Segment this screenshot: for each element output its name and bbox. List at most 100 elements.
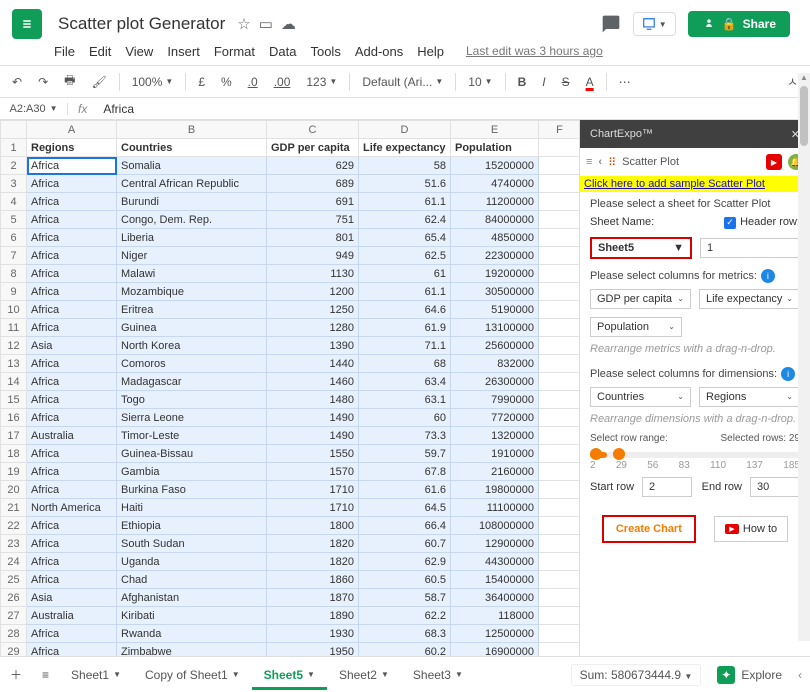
cell[interactable]: North Korea xyxy=(117,337,267,355)
formula-bar[interactable]: Africa xyxy=(97,102,134,116)
cell[interactable]: Haiti xyxy=(117,499,267,517)
last-edit[interactable]: Last edit was 3 hours ago xyxy=(466,44,603,59)
row-23[interactable]: 23 xyxy=(1,535,27,553)
row-24[interactable]: 24 xyxy=(1,553,27,571)
row-26[interactable]: 26 xyxy=(1,589,27,607)
cell[interactable]: Central African Republic xyxy=(117,175,267,193)
cell-blank[interactable] xyxy=(539,175,581,193)
sheet-tab-copy-of-sheet1[interactable]: Copy of Sheet1 ▼ xyxy=(133,660,252,690)
cell[interactable]: Africa xyxy=(27,553,117,571)
cell-blank[interactable] xyxy=(539,463,581,481)
cell-blank[interactable] xyxy=(539,373,581,391)
cell[interactable]: 58.7 xyxy=(359,589,451,607)
nav-back-icon[interactable]: ‹ xyxy=(598,156,602,168)
youtube-icon[interactable]: ▶ xyxy=(766,154,782,170)
cell[interactable]: 5190000 xyxy=(451,301,539,319)
cell[interactable]: Africa xyxy=(27,445,117,463)
cell[interactable]: Africa xyxy=(27,463,117,481)
star-icon[interactable]: ☆ xyxy=(237,15,250,33)
endrow-input[interactable]: 30 xyxy=(750,477,800,497)
row-13[interactable]: 13 xyxy=(1,355,27,373)
cell[interactable]: 7720000 xyxy=(451,409,539,427)
currency-button[interactable]: £ xyxy=(194,73,209,91)
cell-blank[interactable] xyxy=(539,319,581,337)
sheet-tab-sheet3[interactable]: Sheet3 ▼ xyxy=(401,660,475,690)
menu-format[interactable]: Format xyxy=(214,44,255,59)
cell[interactable]: 15400000 xyxy=(451,571,539,589)
cell[interactable]: 62.5 xyxy=(359,247,451,265)
cell-blank[interactable] xyxy=(539,625,581,643)
cell[interactable]: 2160000 xyxy=(451,463,539,481)
create-chart-button[interactable]: Create Chart xyxy=(602,515,696,543)
header-gdp[interactable]: GDP per capita xyxy=(267,139,359,157)
cell[interactable]: 36400000 xyxy=(451,589,539,607)
cell[interactable]: 1280 xyxy=(267,319,359,337)
cell[interactable]: 60.5 xyxy=(359,571,451,589)
cell[interactable]: 61.1 xyxy=(359,193,451,211)
cell-blank[interactable] xyxy=(539,607,581,625)
cell-blank[interactable] xyxy=(539,517,581,535)
fontsize-select[interactable]: 10 ▼ xyxy=(464,73,496,91)
cell[interactable]: 11100000 xyxy=(451,499,539,517)
cell[interactable]: Madagascar xyxy=(117,373,267,391)
move-icon[interactable]: ▭ xyxy=(259,15,273,33)
cell[interactable]: 4850000 xyxy=(451,229,539,247)
cell[interactable]: Africa xyxy=(27,157,117,175)
sheets-logo[interactable] xyxy=(12,9,42,39)
cell[interactable]: 84000000 xyxy=(451,211,539,229)
howto-button[interactable]: ▶How to xyxy=(714,516,788,542)
cell[interactable]: 1440 xyxy=(267,355,359,373)
dec-plus[interactable]: .00 xyxy=(270,73,295,91)
cell[interactable]: Malawi xyxy=(117,265,267,283)
row-8[interactable]: 8 xyxy=(1,265,27,283)
row-14[interactable]: 14 xyxy=(1,373,27,391)
cell[interactable]: 26300000 xyxy=(451,373,539,391)
menu-help[interactable]: Help xyxy=(417,44,444,59)
cell[interactable]: Africa xyxy=(27,211,117,229)
comment-icon[interactable] xyxy=(601,14,621,34)
all-sheets-button[interactable]: ≡ xyxy=(32,668,59,682)
cell[interactable]: 1490 xyxy=(267,427,359,445)
cell-blank[interactable] xyxy=(539,391,581,409)
cell[interactable]: Zimbabwe xyxy=(117,643,267,657)
row-9[interactable]: 9 xyxy=(1,283,27,301)
cell[interactable]: 1570 xyxy=(267,463,359,481)
cell[interactable]: Togo xyxy=(117,391,267,409)
cell-blank[interactable] xyxy=(539,265,581,283)
cell[interactable]: Africa xyxy=(27,625,117,643)
cell[interactable]: Timor-Leste xyxy=(117,427,267,445)
cell[interactable]: Guinea xyxy=(117,319,267,337)
print-button[interactable]: 🖶 xyxy=(60,69,79,94)
cell[interactable]: 59.7 xyxy=(359,445,451,463)
cell[interactable]: 118000 xyxy=(451,607,539,625)
row-28[interactable]: 28 xyxy=(1,625,27,643)
dim-regions[interactable]: Regions⌄ xyxy=(699,387,800,407)
select-all[interactable] xyxy=(1,121,27,139)
row-17[interactable]: 17 xyxy=(1,427,27,445)
cell[interactable]: 63.1 xyxy=(359,391,451,409)
cell[interactable]: 66.4 xyxy=(359,517,451,535)
row-25[interactable]: 25 xyxy=(1,571,27,589)
tab-menu-icon[interactable]: ▼ xyxy=(232,670,240,679)
cell[interactable]: 1490 xyxy=(267,409,359,427)
sample-data-link[interactable]: Click here to add sample Scatter Plot xyxy=(580,176,810,192)
dec-minus[interactable]: .0 xyxy=(244,73,262,91)
cell-blank[interactable] xyxy=(539,337,581,355)
cell[interactable]: 1910000 xyxy=(451,445,539,463)
cell[interactable]: Comoros xyxy=(117,355,267,373)
row-15[interactable]: 15 xyxy=(1,391,27,409)
cell[interactable]: 68 xyxy=(359,355,451,373)
number-format[interactable]: 123 ▼ xyxy=(302,73,341,91)
cell[interactable]: 1200 xyxy=(267,283,359,301)
cell[interactable]: 1800 xyxy=(267,517,359,535)
share-button[interactable]: 🔒 Share xyxy=(688,11,790,37)
cell[interactable]: 1860 xyxy=(267,571,359,589)
cell[interactable]: Mozambique xyxy=(117,283,267,301)
cell[interactable]: Asia xyxy=(27,589,117,607)
cell[interactable]: Rwanda xyxy=(117,625,267,643)
cell[interactable]: Australia xyxy=(27,427,117,445)
header-countries[interactable]: Countries xyxy=(117,139,267,157)
cell[interactable]: Afghanistan xyxy=(117,589,267,607)
cell[interactable]: Kiribati xyxy=(117,607,267,625)
cell[interactable]: 64.5 xyxy=(359,499,451,517)
